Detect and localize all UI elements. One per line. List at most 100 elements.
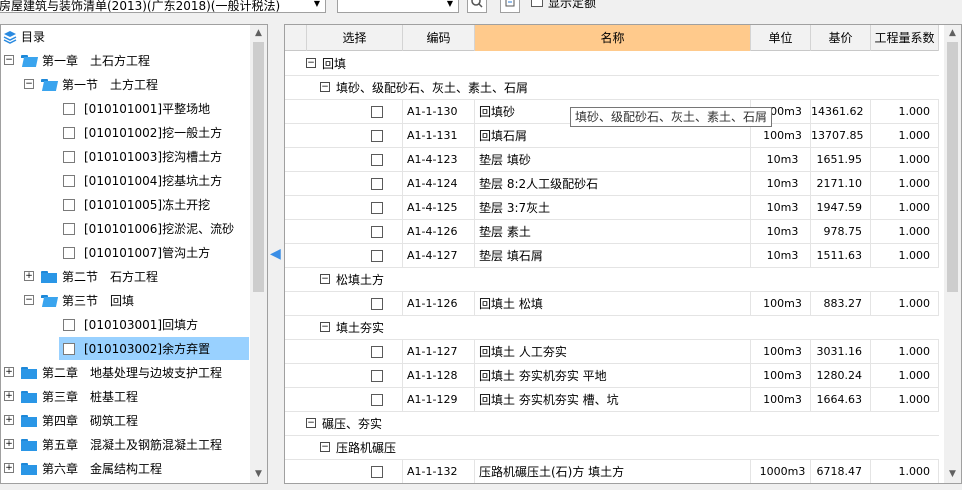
select-checkbox[interactable] xyxy=(371,226,383,238)
table-row[interactable]: A1-4-125 垫层 3:7灰土 10m3 1947.59 1.000 xyxy=(285,196,939,220)
app-window: 房屋建筑与装饰清单(2013)(广东2018)(一般计税法) ▼ ▼ 显示定额 xyxy=(0,0,962,490)
collapse-icon[interactable]: − xyxy=(306,418,316,428)
select-checkbox[interactable] xyxy=(371,250,383,262)
show-deprecated-checkbox[interactable] xyxy=(531,0,543,7)
select-checkbox[interactable] xyxy=(371,466,383,478)
cell-code: A1-4-124 xyxy=(403,172,475,196)
cell-code: A1-1-129 xyxy=(403,388,475,412)
search-button[interactable] xyxy=(467,0,487,13)
tree-item-label: [010101001]平整场地 xyxy=(84,102,211,116)
tree-scroll-thumb[interactable] xyxy=(253,42,264,292)
cell-code: A1-4-127 xyxy=(403,244,475,268)
select-checkbox[interactable] xyxy=(371,298,383,310)
table-row[interactable]: A1-4-126 垫层 素土 10m3 978.75 1.000 xyxy=(285,220,939,244)
grid-scroll-thumb[interactable] xyxy=(947,42,958,292)
tree-item-label: [010103002]余方弃置 xyxy=(84,342,211,356)
tree-root-label: 目录 xyxy=(21,30,46,44)
cell-code: A1-1-127 xyxy=(403,340,475,364)
column-header-code[interactable]: 编码 xyxy=(403,25,475,51)
group-row[interactable]: − 填砂、级配砂石、灰土、素土、石屑 xyxy=(285,76,939,100)
collapse-icon[interactable]: − xyxy=(320,82,330,92)
group-row[interactable]: − 松填土方 xyxy=(285,268,939,292)
library-select[interactable]: 房屋建筑与装饰清单(2013)(广东2018)(一般计税法) ▼ xyxy=(0,0,326,13)
panel-splitter[interactable]: ◀ xyxy=(268,24,284,484)
column-header-name[interactable]: 名称 xyxy=(475,25,751,51)
scroll-up-icon[interactable]: ▲ xyxy=(944,25,961,42)
tree-scrollbar[interactable]: ▲ ▼ xyxy=(250,25,267,483)
cell-name: 垫层 3:7灰土 xyxy=(475,196,751,220)
filter-button[interactable] xyxy=(500,0,520,13)
expand-icon[interactable]: + xyxy=(4,439,14,449)
table-row[interactable]: A1-1-129 回填土 夯实机夯实 槽、坑 100m3 1664.63 1.000 xyxy=(285,388,939,412)
table-row[interactable]: A1-1-128 回填土 夯实机夯实 平地 100m3 1280.24 1.000 xyxy=(285,364,939,388)
expand-icon[interactable]: + xyxy=(4,391,14,401)
tree-item-label: 第二章 地基处理与边坡支护工程 xyxy=(42,366,223,380)
cell-unit: 100m3 xyxy=(751,364,811,388)
table-row[interactable]: A1-1-127 回填土 人工夯实 100m3 3031.16 1.000 xyxy=(285,340,939,364)
expand-icon[interactable]: + xyxy=(24,271,34,281)
select-checkbox[interactable] xyxy=(371,346,383,358)
expand-icon[interactable]: + xyxy=(4,415,14,425)
column-header-price[interactable]: 基价 xyxy=(811,25,871,51)
group-row[interactable]: − 回填 xyxy=(285,52,939,76)
tree-item-checkbox[interactable] xyxy=(63,199,75,211)
cell-factor: 1.000 xyxy=(871,292,939,316)
tree-item-checkbox[interactable] xyxy=(63,175,75,187)
collapse-icon[interactable]: − xyxy=(320,322,330,332)
select-checkbox[interactable] xyxy=(371,178,383,190)
collapse-icon[interactable]: − xyxy=(320,442,330,452)
expand-icon[interactable]: + xyxy=(4,367,14,377)
collapse-left-icon[interactable]: ◀ xyxy=(270,246,281,262)
cell-select xyxy=(307,388,403,412)
tree-item-checkbox[interactable] xyxy=(63,223,75,235)
select-checkbox[interactable] xyxy=(371,106,383,118)
cell-name: 回填土 夯实机夯实 平地 xyxy=(475,364,751,388)
cell-unit: 10m3 xyxy=(751,148,811,172)
grid-scrollbar[interactable]: ▲ ▼ xyxy=(944,25,961,483)
cell-select xyxy=(307,220,403,244)
group-row[interactable]: − 碾压、夯实 xyxy=(285,412,939,436)
tree-item-checkbox[interactable] xyxy=(63,151,75,163)
tree-item-checkbox[interactable] xyxy=(63,103,75,115)
tree-item-checkbox[interactable] xyxy=(63,127,75,139)
column-header-unit[interactable]: 单位 xyxy=(751,25,811,51)
column-header-select[interactable]: 选择 xyxy=(307,25,403,51)
collapse-icon[interactable]: − xyxy=(24,79,34,89)
table-row[interactable]: A1-1-131 回填石屑 100m3 13707.85 1.000 xyxy=(285,124,939,148)
select-checkbox[interactable] xyxy=(371,394,383,406)
cell-price: 1664.63 xyxy=(811,388,871,412)
group-row[interactable]: − 填土夯实 xyxy=(285,316,939,340)
table-row[interactable]: A1-4-127 垫层 填石屑 10m3 1511.63 1.000 xyxy=(285,244,939,268)
table-row[interactable]: A1-1-126 回填土 松填 100m3 883.27 1.000 xyxy=(285,292,939,316)
cell-name: 压路机碾压土(石)方 填土方 xyxy=(475,460,751,483)
tree-item-label: [010101002]挖一般土方 xyxy=(84,126,223,140)
scroll-up-icon[interactable]: ▲ xyxy=(250,25,267,42)
scroll-down-icon[interactable]: ▼ xyxy=(250,466,267,483)
group-row[interactable]: − 压路机碾压 xyxy=(285,436,939,460)
select-checkbox[interactable] xyxy=(371,202,383,214)
expand-icon[interactable]: + xyxy=(4,463,14,473)
tree-item-checkbox[interactable] xyxy=(63,319,75,331)
cell-code: A1-4-123 xyxy=(403,148,475,172)
cell-name: 回填土 夯实机夯实 槽、坑 xyxy=(475,388,751,412)
collapse-icon[interactable]: − xyxy=(320,274,330,284)
cell-select xyxy=(307,148,403,172)
collapse-icon[interactable]: − xyxy=(306,58,316,68)
table-row[interactable]: A1-4-123 垫层 填砂 10m3 1651.95 1.000 xyxy=(285,148,939,172)
tree-item-checkbox[interactable] xyxy=(63,247,75,259)
collapse-icon[interactable]: − xyxy=(24,295,34,305)
scroll-down-icon[interactable]: ▼ xyxy=(944,466,961,483)
cell-code: A1-4-126 xyxy=(403,220,475,244)
column-header-factor[interactable]: 工程量系数 xyxy=(871,25,939,51)
select-checkbox[interactable] xyxy=(371,130,383,142)
table-row[interactable]: A1-4-124 垫层 8:2人工级配砂石 10m3 2171.10 1.000 xyxy=(285,172,939,196)
tree-item-checkbox[interactable] xyxy=(63,343,75,355)
cell-factor: 1.000 xyxy=(871,148,939,172)
group-label: 填砂、级配砂石、灰土、素土、石屑 xyxy=(336,81,529,95)
cell-code: A1-1-130 xyxy=(403,100,475,124)
select-checkbox[interactable] xyxy=(371,370,383,382)
table-row[interactable]: A1-1-132 压路机碾压土(石)方 填土方 1000m3 6718.47 1.000 xyxy=(285,460,939,483)
search-input[interactable]: ▼ xyxy=(337,0,459,13)
select-checkbox[interactable] xyxy=(371,154,383,166)
collapse-icon[interactable]: − xyxy=(4,55,14,65)
